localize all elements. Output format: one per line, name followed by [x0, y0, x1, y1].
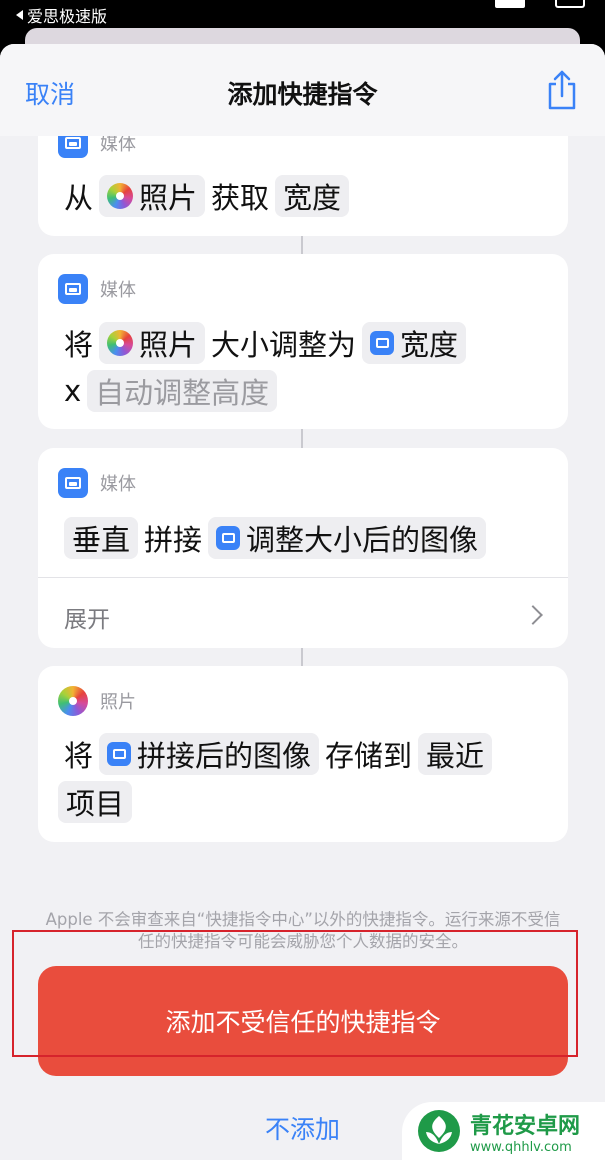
action-card-resize[interactable]: 媒体 将 照片 大小调整为 宽度 x 自动调整高度 [38, 254, 568, 429]
media-icon [216, 526, 241, 550]
card-header: 媒体 [58, 274, 136, 304]
connector-line [301, 234, 303, 254]
token-width[interactable]: 宽度 [275, 175, 350, 217]
action-card-combine[interactable]: 媒体 垂直 拼接 调整大小后的图像 展开 [38, 448, 568, 648]
expand-button[interactable]: 展开 [64, 600, 110, 634]
photos-icon [58, 686, 88, 716]
token-album[interactable]: 最近 [418, 733, 493, 775]
action-word: 将 [64, 739, 94, 773]
divider [38, 577, 568, 578]
token-label: 照片 [139, 328, 198, 362]
battery-icon [555, 0, 585, 8]
back-app-label: 爱思极速版 [27, 7, 108, 26]
page-title: 添加快捷指令 [227, 80, 378, 109]
token-label: 调整大小后的图像 [246, 523, 479, 557]
back-to-app-link[interactable]: 爱思极速版 [16, 3, 107, 27]
token-label: 宽度 [400, 328, 459, 362]
card-action-line: 垂直 拼接 调整大小后的图像 [64, 517, 492, 559]
watermark: 青花安卓网 www.qhhlv.com [402, 1102, 605, 1160]
media-icon [58, 274, 88, 304]
chevron-right-icon[interactable] [523, 605, 543, 625]
media-icon [107, 742, 132, 766]
card-action-line: 项目 [58, 781, 138, 823]
photos-icon [107, 330, 134, 356]
token-label: 宽度 [283, 181, 342, 215]
action-word: 拼接 [144, 523, 203, 557]
token-photos[interactable]: 照片 [99, 175, 206, 217]
token-vertical[interactable]: 垂直 [64, 517, 139, 559]
card-header: 照片 [58, 686, 136, 716]
token-label: 自动调整高度 [95, 376, 270, 410]
card-action-line: 将 拼接后的图像 存储到 最近 [64, 733, 498, 775]
action-word: x [64, 374, 82, 408]
card-action-line: x 自动调整高度 [64, 370, 283, 412]
token-combined-image[interactable]: 拼接后的图像 [99, 733, 320, 775]
signal-icon [495, 0, 525, 8]
token-label: 拼接后的图像 [137, 739, 312, 773]
token-label: 照片 [139, 181, 198, 215]
card-header: 媒体 [58, 468, 136, 498]
token-label: 垂直 [72, 523, 131, 557]
back-arrow-icon [16, 10, 23, 20]
photos-icon [107, 183, 134, 209]
action-word: 从 [64, 181, 94, 215]
watermark-url: www.qhhlv.com [470, 1139, 572, 1155]
card-action-line: 将 照片 大小调整为 宽度 [64, 322, 472, 364]
token-label: 最近 [426, 739, 485, 773]
token-width-variable[interactable]: 宽度 [362, 322, 467, 364]
action-word: 存储到 [325, 739, 413, 773]
token-auto-height[interactable]: 自动调整高度 [87, 370, 278, 412]
status-bar: 爱思极速版 [0, 0, 605, 28]
token-label: 项目 [66, 787, 125, 821]
card-category: 媒体 [100, 474, 136, 495]
token-resized-image[interactable]: 调整大小后的图像 [208, 517, 487, 559]
token-photos[interactable]: 照片 [99, 322, 206, 364]
nav-bar: 取消 添加快捷指令 [0, 44, 605, 136]
watermark-name: 青花安卓网 [470, 1113, 581, 1139]
connector-line [301, 429, 303, 449]
action-card-save[interactable]: 照片 将 拼接后的图像 存储到 最近 项目 [38, 666, 568, 842]
token-album-cont[interactable]: 项目 [58, 781, 133, 823]
media-icon [370, 331, 395, 355]
highlight-box [12, 930, 578, 1057]
card-action-line: 从 照片 获取 宽度 [64, 175, 355, 217]
action-word: 将 [64, 328, 94, 362]
action-word: 大小调整为 [211, 328, 357, 362]
action-word: 获取 [211, 181, 270, 215]
card-category: 媒体 [100, 280, 136, 301]
media-icon [58, 468, 88, 498]
share-icon[interactable] [545, 70, 579, 110]
watermark-logo [418, 1110, 460, 1152]
card-category: 照片 [100, 692, 136, 713]
